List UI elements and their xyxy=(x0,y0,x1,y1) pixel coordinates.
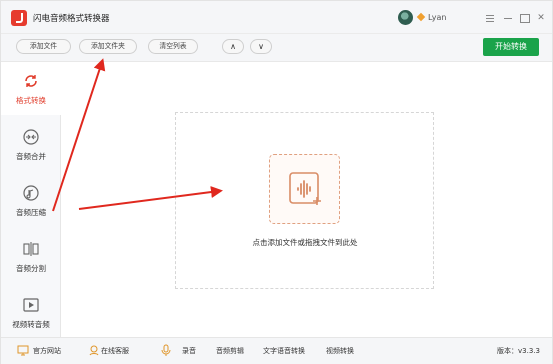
app-logo-icon xyxy=(11,10,27,26)
sidebar-item-video-to-audio[interactable]: 视频转音频 xyxy=(1,287,61,339)
refresh-icon xyxy=(25,75,37,87)
microphone-icon xyxy=(161,344,171,356)
app-title: 闪电音频格式转换器 xyxy=(33,14,110,24)
audio-add-icon xyxy=(289,172,321,205)
username[interactable]: Lyan xyxy=(428,13,446,22)
text-to-speech-link[interactable]: 文字语音转换 xyxy=(263,346,305,356)
sidebar-item-audio-merge[interactable]: 音频合并 xyxy=(1,119,61,171)
add-folder-button[interactable]: 添加文件夹 xyxy=(79,39,137,54)
footer-bar: 官方网站 在线客服 录音 音频剪辑 文字语音转换 视频转换 版本：v3.3.3 xyxy=(1,337,552,364)
monitor-icon xyxy=(17,345,29,356)
toolbar: 添加文件 添加文件夹 清空列表 ∧ ∨ 开始转换 xyxy=(1,34,552,62)
sidebar-item-audio-compress[interactable]: 音频压缩 xyxy=(1,175,61,227)
vip-badge-icon xyxy=(417,13,425,21)
title-bar: 闪电音频格式转换器 Lyan ✕ xyxy=(1,1,552,34)
official-site-link[interactable]: 官方网站 xyxy=(33,346,61,356)
minimize-icon[interactable] xyxy=(501,11,515,25)
video-convert-link[interactable]: 视频转换 xyxy=(326,346,354,356)
online-service-link[interactable]: 在线客服 xyxy=(101,346,129,356)
menu-icon[interactable] xyxy=(483,11,497,25)
sidebar-item-label: 视频转音频 xyxy=(12,320,50,329)
clear-list-button[interactable]: 清空列表 xyxy=(148,39,198,54)
add-file-button[interactable]: 添加文件 xyxy=(16,39,71,54)
customer-service-icon xyxy=(89,345,99,356)
move-up-button[interactable]: ∧ xyxy=(222,39,244,54)
sidebar-item-label: 音频分割 xyxy=(16,264,46,273)
avatar[interactable] xyxy=(398,10,413,25)
move-down-button[interactable]: ∨ xyxy=(250,39,272,54)
add-audio-area[interactable] xyxy=(269,154,340,224)
split-icon xyxy=(23,242,39,256)
drop-hint-text: 点击添加文件或拖拽文件到此处 xyxy=(252,238,358,247)
record-link[interactable]: 录音 xyxy=(182,346,196,356)
sidebar-item-label: 音频压缩 xyxy=(16,208,46,217)
sidebar-item-label: 格式转换 xyxy=(16,96,46,105)
compress-icon xyxy=(23,185,39,201)
merge-icon xyxy=(23,129,39,145)
sidebar: 格式转换 音频合并 音频压缩 音频分割 视频转音频 xyxy=(1,63,61,337)
version-label: 版本：v3.3.3 xyxy=(497,347,540,355)
video-icon xyxy=(23,298,39,312)
sidebar-item-audio-split[interactable]: 音频分割 xyxy=(1,231,61,283)
app-window: 闪电音频格式转换器 Lyan ✕ 添加文件 添加文件夹 清空列表 ∧ ∨ 开始转… xyxy=(0,0,553,364)
start-convert-button[interactable]: 开始转换 xyxy=(483,38,539,56)
sidebar-item-format-convert[interactable]: 格式转换 xyxy=(1,63,61,115)
close-icon[interactable]: ✕ xyxy=(534,11,548,25)
audio-cut-link[interactable]: 音频剪辑 xyxy=(216,346,244,356)
sidebar-item-label: 音频合并 xyxy=(16,152,46,161)
maximize-icon[interactable] xyxy=(517,11,531,25)
